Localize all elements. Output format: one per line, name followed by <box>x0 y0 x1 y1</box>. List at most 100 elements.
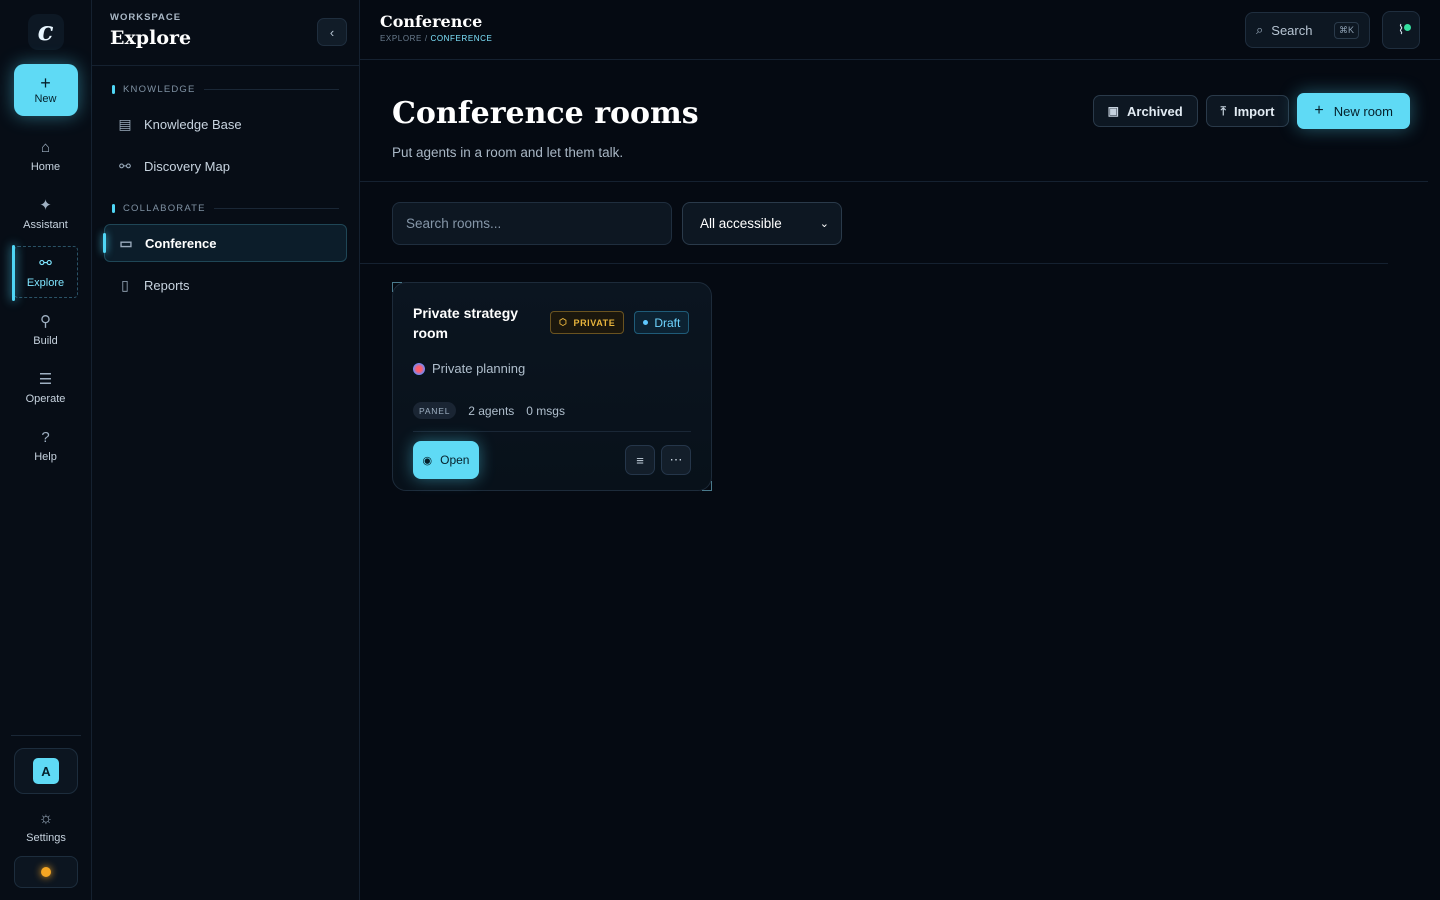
chevron-down-icon: ⌄ <box>819 218 829 230</box>
rail-item-help[interactable]: ? Help <box>14 420 78 472</box>
category-text: Private planning <box>432 361 526 376</box>
eye-icon: ◉ <box>422 454 433 467</box>
workspace-title: Explore <box>110 27 192 49</box>
list-icon: ☰ <box>38 371 53 388</box>
search-icon: ⌕ <box>1256 22 1264 37</box>
section-title: COLLABORATE <box>112 203 339 214</box>
global-search-button[interactable]: ⌕ Search ⌘K <box>1245 12 1370 48</box>
app-logo[interactable]: c <box>27 14 64 50</box>
shield-icon: ⬡ <box>559 317 568 327</box>
theme-toggle[interactable] <box>14 856 78 888</box>
section-knowledge: KNOWLEDGE ▤ Knowledge Base ⚯ Discovery M… <box>92 84 359 185</box>
page-actions: ▣ Archived ⤒ Import + New room <box>1092 93 1410 129</box>
rail-item-home[interactable]: ⌂ Home <box>14 130 78 182</box>
open-label: Open <box>440 453 470 467</box>
rail-item-label: Explore <box>26 277 65 289</box>
help-icon: ? <box>41 429 50 446</box>
breadcrumb-parent[interactable]: EXPLORE <box>380 34 422 43</box>
search-rooms-input[interactable] <box>392 202 672 245</box>
rail-item-label: Build <box>33 335 58 347</box>
filter-bar: All accessible ⌄ <box>360 182 1388 264</box>
home-icon: ⌂ <box>40 139 51 156</box>
status-dot <box>1404 24 1411 31</box>
mode-tag: PANEL <box>413 402 457 419</box>
workspace-panel: WORKSPACE Explore ‹ KNOWLEDGE ▤ Knowledg… <box>92 0 360 900</box>
page-subtitle: Put agents in a room and let them talk. <box>392 145 624 160</box>
graph-icon: ⚯ <box>119 157 131 174</box>
divider <box>203 89 339 90</box>
new-room-button[interactable]: + New room <box>1297 93 1410 129</box>
room-category: Private planning <box>413 361 691 376</box>
rooms-grid: Private strategy room ⬡ PRIVATE Draft Pr… <box>360 264 1440 509</box>
divider <box>213 208 339 209</box>
pulse-icon: ⌇ <box>1397 22 1405 37</box>
page-header: Conference rooms Put agents in a room an… <box>360 60 1428 182</box>
rail-item-label: Assistant <box>23 219 68 231</box>
corner-accent <box>392 282 402 292</box>
rail-item-label: Help <box>34 451 57 463</box>
new-button[interactable]: + New <box>13 64 78 116</box>
chat-icon: ▭ <box>119 234 133 251</box>
status-dot <box>643 320 649 325</box>
sparkle-icon: ✦ <box>39 197 52 214</box>
agent-count: 2 agents <box>468 403 515 418</box>
top-bar: Conference EXPLORE / CONFERENCE ⌕ Search… <box>360 0 1440 60</box>
user-menu[interactable]: A <box>14 748 78 794</box>
rail-item-build[interactable]: ⚲ Build <box>14 304 78 356</box>
target-icon <box>413 362 425 375</box>
access-filter-select[interactable]: All accessible ⌄ <box>682 202 842 245</box>
more-options-button[interactable]: ⋯ <box>661 445 691 475</box>
visibility-text: PRIVATE <box>573 317 616 328</box>
document-search-icon: ▤ <box>118 115 132 132</box>
gear-icon: ☼ <box>38 810 54 827</box>
nav-item-conference[interactable]: ▭ Conference <box>103 224 347 262</box>
more-icon: ⋯ <box>669 452 683 467</box>
section-title: KNOWLEDGE <box>112 84 339 95</box>
avatar: A <box>33 758 59 784</box>
room-meta: PANEL 2 agents 0 msgs <box>413 402 691 419</box>
section-title-text: KNOWLEDGE <box>123 84 196 95</box>
collapse-panel-button[interactable]: ‹ <box>317 18 347 46</box>
activity-button[interactable]: ⌇ <box>1382 11 1420 49</box>
new-room-label: New room <box>1333 103 1393 119</box>
breadcrumb-current: CONFERENCE <box>430 34 493 43</box>
plus-icon: + <box>40 73 51 93</box>
section-collaborate: COLLABORATE ▭ Conference ▯ Reports <box>92 203 359 304</box>
section-marker <box>112 204 115 213</box>
archive-icon: ▣ <box>1107 104 1119 118</box>
rail-item-operate[interactable]: ☰ Operate <box>14 362 78 414</box>
archived-label: Archived <box>1127 103 1183 119</box>
book-icon: ▯ <box>121 276 129 293</box>
chevron-left-icon: ‹ <box>329 24 335 40</box>
details-button[interactable]: ≡ <box>625 445 655 475</box>
card-header: Private strategy room ⬡ PRIVATE Draft <box>413 303 691 343</box>
build-icon: ⚲ <box>40 313 51 330</box>
archived-button[interactable]: ▣ Archived <box>1092 95 1198 127</box>
settings-button[interactable]: ☼ Settings <box>26 810 66 844</box>
corner-accent <box>702 481 712 491</box>
lines-icon: ≡ <box>636 452 644 468</box>
rail-bottom: A ☼ Settings <box>0 735 92 888</box>
search-label: Search <box>1271 22 1313 38</box>
section-title-text: COLLABORATE <box>123 203 206 214</box>
open-room-button[interactable]: ◉ Open <box>413 441 479 479</box>
room-card[interactable]: Private strategy room ⬡ PRIVATE Draft Pr… <box>392 282 712 491</box>
import-button[interactable]: ⤒ Import <box>1205 95 1290 127</box>
nav-item-discovery-map[interactable]: ⚯ Discovery Map <box>104 147 347 185</box>
main-content: Conference EXPLORE / CONFERENCE ⌕ Search… <box>360 0 1440 900</box>
visibility-badge: ⬡ PRIVATE <box>550 311 625 334</box>
keyboard-shortcut: ⌘K <box>1333 21 1359 39</box>
nav-item-knowledge-base[interactable]: ▤ Knowledge Base <box>104 105 347 143</box>
divider <box>11 735 81 736</box>
upload-icon: ⤒ <box>1220 103 1226 118</box>
app: c + New ⌂ Home ✦ Assistant ⚯ Explore ⚲ B… <box>0 0 1440 900</box>
select-value: All accessible <box>700 216 782 231</box>
nav-item-label: Conference <box>145 235 217 251</box>
rail-item-assistant[interactable]: ✦ Assistant <box>14 188 78 240</box>
settings-label: Settings <box>26 832 66 844</box>
rail-item-explore[interactable]: ⚯ Explore <box>11 245 78 301</box>
nav-item-reports[interactable]: ▯ Reports <box>104 266 347 304</box>
nav-item-label: Discovery Map <box>144 158 230 174</box>
divider <box>413 431 691 432</box>
import-label: Import <box>1233 103 1275 119</box>
